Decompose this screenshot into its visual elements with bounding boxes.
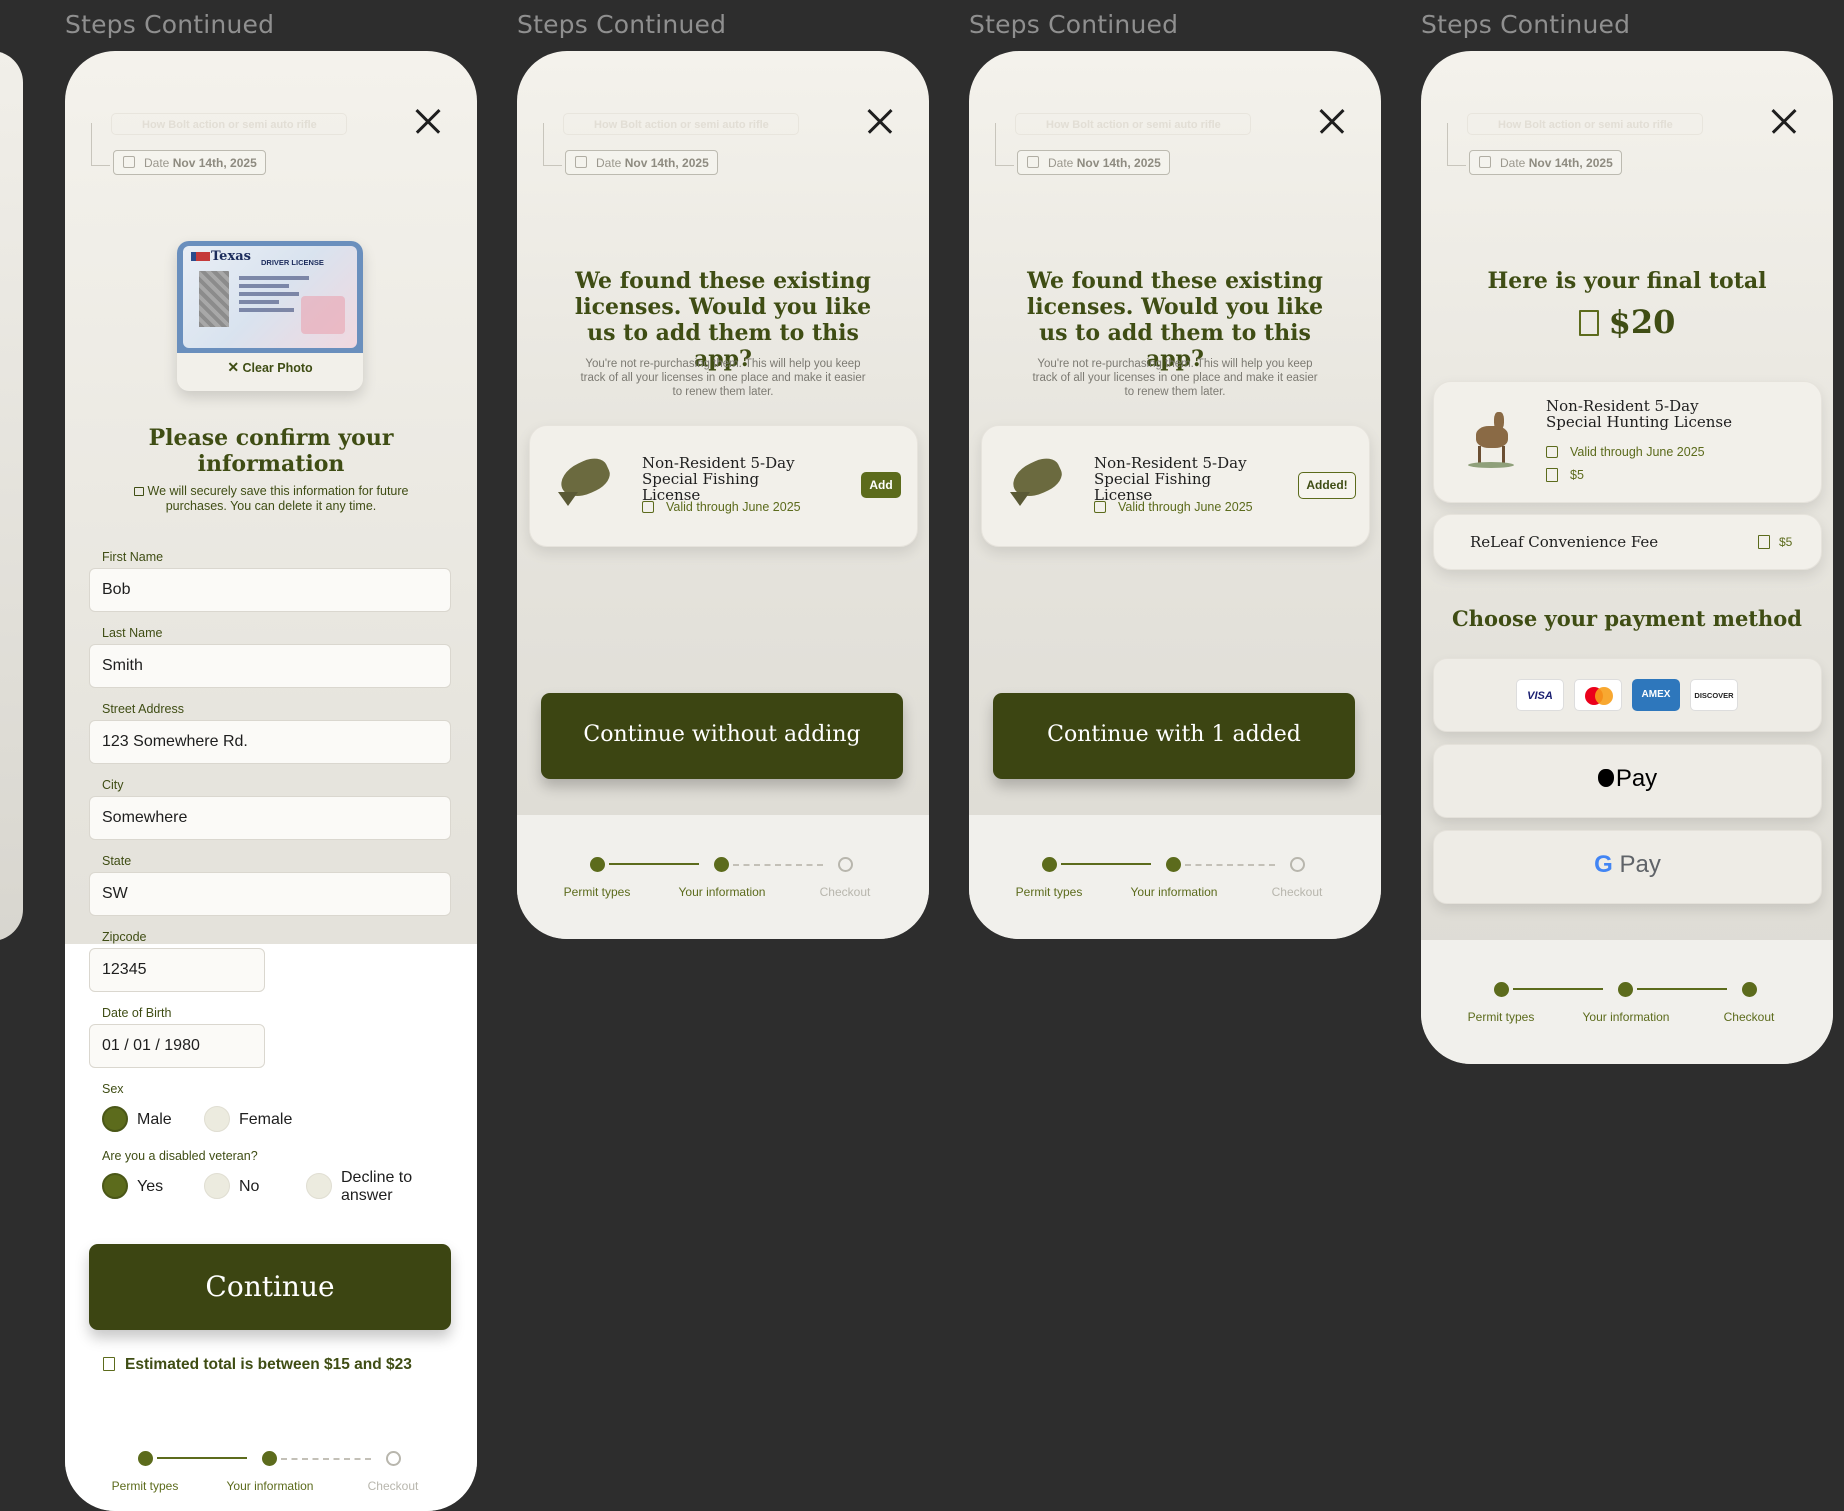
veteran-decline-radio[interactable]: [306, 1173, 332, 1199]
visa-icon: VISA: [1516, 679, 1564, 711]
step-dot-1: [590, 857, 605, 872]
page-title: Please confirm your information: [148, 425, 394, 477]
edit-icon: [1027, 156, 1039, 168]
card-payment-button[interactable]: VISA AMEX DISCOVER: [1433, 658, 1822, 732]
apple-icon: [1597, 769, 1614, 787]
first-name-field[interactable]: Bob: [89, 568, 451, 612]
license-image: Texas DRIVER LICENSE: [177, 241, 363, 353]
google-pay-button[interactable]: G Pay: [1433, 830, 1822, 904]
screen-confirm-info: How Bolt action or semi auto rifle Date …: [65, 51, 477, 1511]
continue-with-added-button[interactable]: Continue with 1 added: [993, 693, 1355, 779]
fish-tail-icon: [558, 492, 578, 506]
edit-icon: [1479, 156, 1491, 168]
city-field[interactable]: Somewhere: [89, 796, 451, 840]
ghost-chip: How Bolt action or semi auto rifle: [111, 113, 347, 135]
street-address-field[interactable]: 123 Somewhere Rd.: [89, 720, 451, 764]
license-price: $5: [1570, 468, 1584, 482]
clear-photo-button[interactable]: ✕ Clear Photo: [177, 359, 363, 376]
calendar-icon: [1094, 501, 1106, 513]
date-chip: Date Nov 14th, 2025: [113, 150, 266, 175]
continue-button[interactable]: Continue: [89, 1244, 451, 1330]
sex-female-radio[interactable]: [204, 1106, 230, 1132]
screen-existing-licenses: How Bolt action or semi auto rifle Date …: [517, 51, 929, 939]
license-photo-card: Texas DRIVER LICENSE ✕ Clear Photo: [177, 241, 363, 391]
screen-checkout: How Bolt action or semi auto rifle Date …: [1421, 51, 1833, 1064]
amex-icon: AMEX: [1632, 679, 1680, 711]
step-dot-1: [138, 1451, 153, 1466]
edit-icon: [575, 156, 587, 168]
lock-icon: [133, 487, 144, 496]
veteran-yes-radio[interactable]: [102, 1173, 128, 1199]
add-button[interactable]: Add: [861, 472, 901, 498]
step-dot-3: [838, 857, 853, 872]
estimate-note: Estimated total is between $15 and $23: [103, 1356, 412, 1374]
license-title: Non-Resident 5-Day Special Fishing Licen…: [1094, 454, 1247, 504]
fish-tail-icon: [1010, 492, 1030, 506]
deer-icon: [1468, 408, 1514, 468]
section-label: Steps Continued: [969, 10, 1179, 39]
payment-heading: Choose your payment method: [1452, 606, 1802, 631]
receipt-icon: [1546, 468, 1558, 482]
privacy-note: We will securely save this information f…: [110, 484, 432, 514]
step-dot-2: [262, 1451, 277, 1466]
receipt-icon: [1578, 310, 1599, 336]
previous-screen-edge: [0, 51, 23, 941]
step-dot-3: [1290, 857, 1305, 872]
step-dot-2: [1618, 982, 1633, 997]
calendar-icon: [642, 501, 654, 513]
veteran-no-radio[interactable]: [204, 1173, 230, 1199]
google-icon: G: [1594, 851, 1613, 878]
sex-male-radio[interactable]: [102, 1106, 128, 1132]
page-title: Here is your final total: [1487, 268, 1767, 294]
license-card: Non-Resident 5-Day Special Fishing Licen…: [529, 425, 918, 547]
date-of-birth-field[interactable]: 01 / 01 / 1980: [89, 1024, 265, 1068]
close-button[interactable]: [415, 108, 441, 134]
added-button[interactable]: Added!: [1298, 472, 1356, 499]
ghost-chip: How Bolt action or semi auto rifle: [1015, 113, 1251, 135]
discover-icon: DISCOVER: [1690, 679, 1738, 711]
license-card: Non-Resident 5-Day Special Hunting Licen…: [1433, 381, 1822, 503]
calendar-icon: [1546, 446, 1558, 458]
close-button[interactable]: [1771, 108, 1797, 134]
date-chip: Date Nov 14th, 2025: [1017, 150, 1170, 175]
receipt-icon: [1758, 535, 1770, 549]
continue-without-adding-button[interactable]: Continue without adding: [541, 693, 903, 779]
flag-icon: [191, 252, 210, 261]
mastercard-icon: [1574, 679, 1622, 711]
receipt-icon: [103, 1357, 115, 1371]
apple-pay-button[interactable]: Pay: [1433, 744, 1822, 818]
x-icon: ✕: [227, 359, 240, 375]
license-title: Non-Resident 5-Day Special Fishing Licen…: [642, 454, 795, 504]
ghost-chip: How Bolt action or semi auto rifle: [1467, 113, 1703, 135]
fee-row: ReLeaf Convenience Fee $5: [1433, 514, 1822, 570]
ghost-chip: How Bolt action or semi auto rifle: [563, 113, 799, 135]
last-name-field[interactable]: Smith: [89, 644, 451, 688]
state-field[interactable]: SW: [89, 872, 451, 916]
screen-license-added: How Bolt action or semi auto rifle Date …: [969, 51, 1381, 939]
step-dot-2: [714, 857, 729, 872]
photo-placeholder: [199, 271, 229, 327]
fee-price: $5: [1779, 535, 1793, 549]
date-chip: Date Nov 14th, 2025: [565, 150, 718, 175]
section-label: Steps Continued: [1421, 10, 1631, 39]
license-card: Non-Resident 5-Day Special Fishing Licen…: [981, 425, 1370, 547]
edit-icon: [123, 156, 135, 168]
subtitle: You're not re-purchasing them. This will…: [1032, 358, 1318, 398]
step-dot-3: [1742, 982, 1757, 997]
close-button[interactable]: [1319, 108, 1345, 134]
step-dot-1: [1494, 982, 1509, 997]
zipcode-field[interactable]: 12345: [89, 948, 265, 992]
step-dot-3: [386, 1451, 401, 1466]
date-chip: Date Nov 14th, 2025: [1469, 150, 1622, 175]
license-title: Non-Resident 5-Day Special Hunting Licen…: [1546, 397, 1732, 431]
step-dot-2: [1166, 857, 1181, 872]
subtitle: You're not re-purchasing them. This will…: [580, 358, 866, 398]
section-label: Steps Continued: [517, 10, 727, 39]
final-total: $20: [1421, 303, 1833, 341]
section-label: Steps Continued: [65, 10, 275, 39]
close-button[interactable]: [867, 108, 893, 134]
step-dot-1: [1042, 857, 1057, 872]
